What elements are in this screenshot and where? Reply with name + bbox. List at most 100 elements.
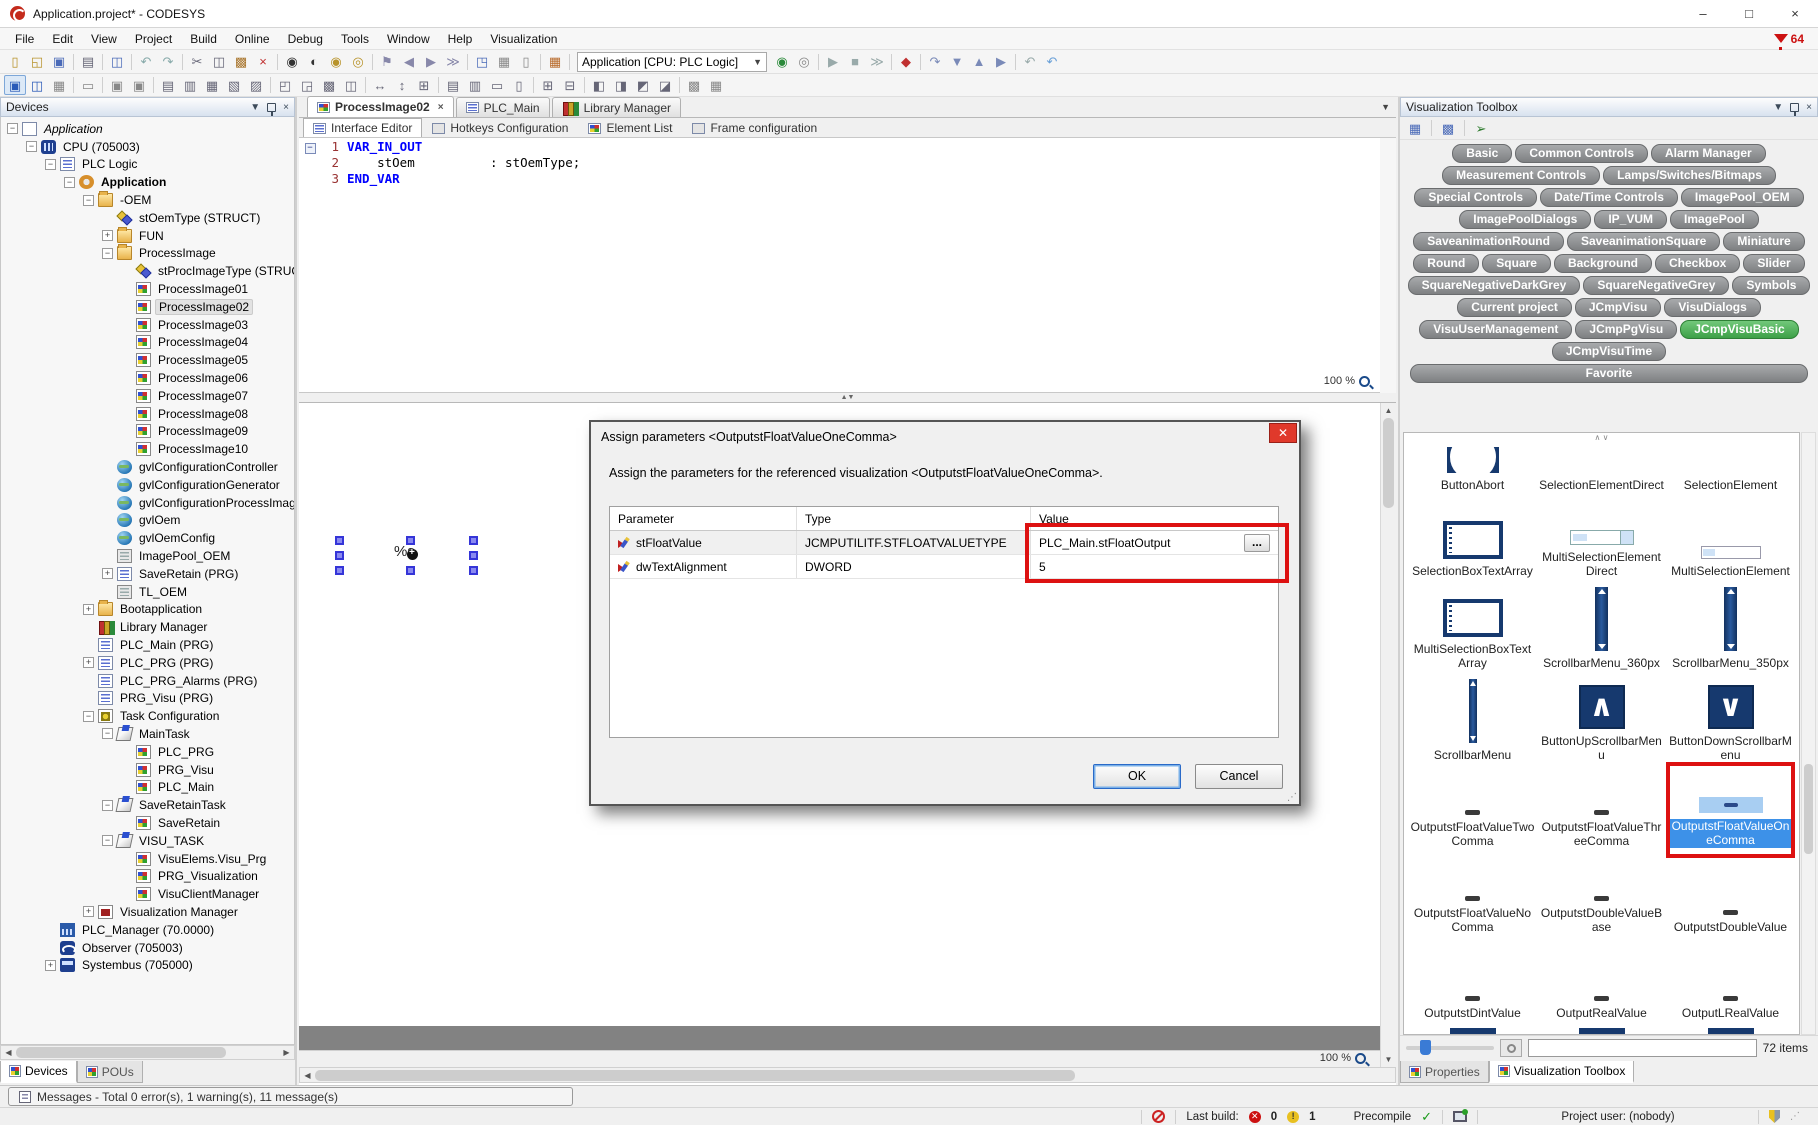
menu-debug[interactable]: Debug <box>279 30 332 48</box>
collapse-icon[interactable]: − <box>7 123 18 134</box>
menu-online[interactable]: Online <box>226 30 279 48</box>
category-jcmpvisutime[interactable]: JCmpVisuTime <box>1552 342 1666 361</box>
tree-item-application[interactable]: −Application <box>1 120 294 138</box>
tree-item-bootapplication[interactable]: +Bootapplication <box>1 601 294 619</box>
stop-icon[interactable]: ■ <box>844 52 866 72</box>
tab-devices[interactable]: Devices <box>0 1061 77 1083</box>
collapse-icon[interactable]: − <box>45 159 56 170</box>
tree-item-processimage10[interactable]: ProcessImage10 <box>1 440 294 458</box>
toolbox-item-buttondownscrollbarmenu[interactable]: ∨ButtonDownScrollbarMenu <box>1666 675 1795 767</box>
expand-icon[interactable]: + <box>102 568 113 579</box>
selection-handle[interactable] <box>469 566 478 575</box>
selection-handle[interactable] <box>406 566 415 575</box>
properties-icon[interactable]: ▯ <box>515 52 537 72</box>
fold-collapse-icon[interactable]: − <box>305 143 316 154</box>
tree-item-gvlconfigurationcontroller[interactable]: gvlConfigurationController <box>1 458 294 476</box>
browse-button[interactable]: ... <box>1244 534 1270 552</box>
tree-item-saveretain[interactable]: SaveRetain <box>1 814 294 832</box>
make-same-height-icon[interactable]: ▯ <box>508 75 530 95</box>
icon-size-slider[interactable] <box>1406 1046 1494 1050</box>
value-cell[interactable]: PLC_Main.stFloatOutput... <box>1031 531 1278 554</box>
distribute-h-icon[interactable]: ▤ <box>442 75 464 95</box>
canvas-horizontal-scrollbar[interactable]: ◀ <box>299 1067 1396 1083</box>
sub-tab-hotkeys-configuration[interactable]: Hotkeys Configuration <box>422 118 578 137</box>
devices-horizontal-scrollbar[interactable]: ◀ ▶ <box>0 1045 295 1060</box>
export-icon[interactable]: ◳ <box>471 52 493 72</box>
category-jcmpvisu[interactable]: JCmpVisu <box>1575 298 1661 317</box>
distribute-v-icon[interactable]: ▥ <box>464 75 486 95</box>
tree-item-processimage08[interactable]: ProcessImage08 <box>1 405 294 423</box>
category-symbols[interactable]: Symbols <box>1732 276 1810 295</box>
align-bottom-icon[interactable]: ▧ <box>223 75 245 95</box>
category-current-project[interactable]: Current project <box>1457 298 1572 317</box>
menu-file[interactable]: File <box>6 30 43 48</box>
collapse-icon[interactable]: − <box>26 141 37 152</box>
active-application-combo[interactable]: Application [CPU: PLC Logic] ▼ <box>577 52 767 72</box>
menu-visualization[interactable]: Visualization <box>481 30 566 48</box>
breakpoint-icon[interactable]: ◆ <box>895 52 917 72</box>
logout-icon[interactable]: ◎ <box>793 52 815 72</box>
toolbox-item-buttonabort[interactable]: ButtonAbort <box>1408 443 1537 497</box>
toolbox-item-outputstfloatvaluetwocomma[interactable]: OutputstFloatValueTwoComma <box>1408 766 1537 852</box>
category-saveanimationsquare[interactable]: SaveanimationSquare <box>1567 232 1720 251</box>
edit-points-icon[interactable]: ◩ <box>632 75 654 95</box>
toolbox-item-outputlrealvalue[interactable]: OutputLRealValue <box>1666 938 1795 1024</box>
menu-tools[interactable]: Tools <box>332 30 378 48</box>
tree-item-observer-705003[interactable]: Observer (705003) <box>1 939 294 957</box>
category-alarm-manager[interactable]: Alarm Manager <box>1651 144 1766 163</box>
toolbox-item-multiselectionelementdirect[interactable]: MultiSelectionElementDirect <box>1537 497 1666 583</box>
value-cell[interactable]: 5 <box>1031 555 1278 578</box>
tree-item-library-manager[interactable]: Library Manager <box>1 618 294 636</box>
size-height-icon[interactable]: ↕ <box>391 75 413 95</box>
code-line[interactable]: −1VAR_IN_OUT <box>299 138 1396 154</box>
category-round[interactable]: Round <box>1413 254 1479 273</box>
category-square[interactable]: Square <box>1482 254 1551 273</box>
tree-item-processimage07[interactable]: ProcessImage07 <box>1 387 294 405</box>
new-file-icon[interactable]: ▯ <box>4 52 26 72</box>
category-ip-vum[interactable]: IP_VUM <box>1594 210 1667 229</box>
toolbox-item-scrollbarmenu-360px[interactable]: ScrollbarMenu_360px <box>1537 583 1666 675</box>
collapse-icon[interactable]: − <box>102 800 113 811</box>
toolbox-search-input[interactable] <box>1528 1039 1757 1057</box>
tree-item-visualization-manager[interactable]: +Visualization Manager <box>1 903 294 921</box>
bring-front-icon[interactable]: ◰ <box>274 75 296 95</box>
toolbox-item-selectionelementdirect[interactable]: SelectionElementDirect <box>1537 443 1666 497</box>
maximize-button[interactable]: □ <box>1726 0 1772 28</box>
close-button[interactable]: × <box>1772 0 1818 28</box>
cut-icon[interactable]: ✂ <box>186 52 208 72</box>
close-panel-icon[interactable]: × <box>1806 102 1812 113</box>
tab-pous[interactable]: POUs <box>77 1061 143 1083</box>
expand-icon[interactable]: + <box>102 230 113 241</box>
rotate-icon[interactable]: ◪ <box>654 75 676 95</box>
parameter-row-stfloatvalue[interactable]: stFloatValueJCMPUTILITF.STFLOATVALUETYPE… <box>610 531 1278 555</box>
clear-bookmarks-icon[interactable]: ≫ <box>442 52 464 72</box>
toolbox-grid-small-icon[interactable]: ▦ <box>1404 118 1426 138</box>
tree-item-visuclientmanager[interactable]: VisuClientManager <box>1 885 294 903</box>
toolbox-item-outputstfloatvalueonecomma[interactable]: OutputstFloatValueOneComma <box>1666 766 1795 852</box>
step-into-icon[interactable]: ▼ <box>946 52 968 72</box>
select-tool-icon[interactable]: ▣ <box>4 75 26 95</box>
tree-item-maintask[interactable]: −MainTask <box>1 725 294 743</box>
category-miniature[interactable]: Miniature <box>1723 232 1804 251</box>
save-visu-icon[interactable]: ▣ <box>106 75 128 95</box>
tree-item-gvlconfigurationgenerator[interactable]: gvlConfigurationGenerator <box>1 476 294 494</box>
paste-icon[interactable]: ▩ <box>230 52 252 72</box>
collapse-icon[interactable]: − <box>102 835 113 846</box>
tree-item-saveretain-prg[interactable]: +SaveRetain (PRG) <box>1 565 294 583</box>
category-imagepool[interactable]: ImagePool <box>1670 210 1759 229</box>
frame-tool-icon[interactable]: ▦ <box>48 75 70 95</box>
toolbox-item-keypad[interactable] <box>1666 1024 1795 1035</box>
previous-bookmark-icon[interactable]: ◀ <box>398 52 420 72</box>
copy-icon[interactable]: ◫ <box>208 52 230 72</box>
category-visuusermanagement[interactable]: VisuUserManagement <box>1419 320 1572 339</box>
expand-icon[interactable]: + <box>83 604 94 615</box>
pin-icon[interactable] <box>267 103 276 112</box>
category-lamps-switches-bitmaps[interactable]: Lamps/Switches/Bitmaps <box>1603 166 1776 185</box>
send-back-icon[interactable]: ◲ <box>296 75 318 95</box>
dialog-close-icon[interactable]: ✕ <box>1269 423 1297 443</box>
toolbox-item-outputstdoublevalue[interactable]: OutputstDoubleValue <box>1666 852 1795 938</box>
category-background[interactable]: Background <box>1554 254 1652 273</box>
close-panel-icon[interactable]: × <box>283 102 289 113</box>
collapse-icon[interactable]: − <box>83 711 94 722</box>
tree-item-stoemtype-struct[interactable]: stOemType (STRUCT) <box>1 209 294 227</box>
